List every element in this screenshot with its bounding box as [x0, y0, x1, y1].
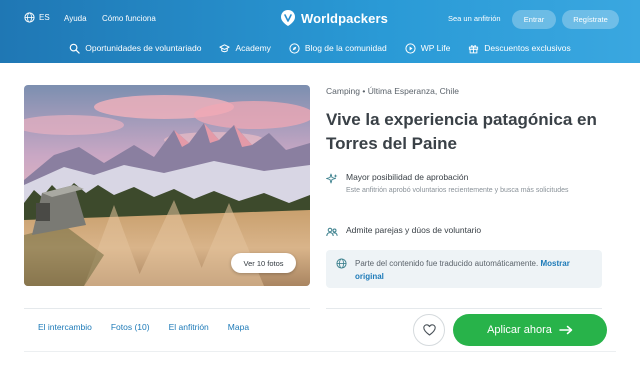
- menu-item-label: Descuentos exclusivos: [484, 43, 571, 53]
- compass-icon: [289, 42, 300, 54]
- feature-title: Admite parejas y dúos de voluntario: [346, 225, 482, 235]
- graduation-cap-icon: [219, 43, 231, 52]
- menu-item-opportunities[interactable]: Oportunidades de voluntariado: [69, 43, 201, 54]
- category-label: Camping: [326, 86, 361, 96]
- tab-exchange[interactable]: El intercambio: [38, 322, 92, 332]
- bottom-divider: [24, 351, 616, 352]
- help-link[interactable]: Ayuda: [64, 14, 87, 23]
- globe-icon: [336, 258, 347, 269]
- how-it-works-link[interactable]: Cómo funciona: [102, 14, 156, 23]
- location-label: Última Esperanza, Chile: [367, 86, 459, 96]
- arrow-right-icon: [559, 325, 573, 335]
- apply-now-button[interactable]: Aplicar ahora: [453, 314, 607, 346]
- sparkle-icon: [326, 173, 338, 184]
- heart-icon: [422, 324, 436, 336]
- menu-item-label: Academy: [235, 43, 271, 53]
- feature-approval: Mayor posibilidad de aprobación Este anf…: [326, 172, 586, 196]
- tab-map[interactable]: Mapa: [228, 322, 249, 332]
- people-icon: [326, 227, 338, 237]
- menu-item-label: Blog de la comunidad: [304, 43, 387, 53]
- menu-item-academy[interactable]: Academy: [219, 43, 271, 54]
- listing-title: Vive la experiencia patagónica en Torres…: [326, 110, 597, 153]
- favorite-button[interactable]: [413, 314, 445, 346]
- listing-breadcrumb: Camping • Última Esperanza, Chile: [326, 86, 459, 96]
- menu-item-discounts[interactable]: Descuentos exclusivos: [468, 43, 571, 54]
- become-host-link[interactable]: Sea un anfitrión: [448, 14, 501, 23]
- menu-item-label: WP Life: [420, 43, 451, 53]
- section-divider: [24, 308, 310, 309]
- notice-text: Parte del contenido fue traducido automá…: [355, 259, 539, 268]
- globe-icon: [24, 12, 35, 23]
- section-divider: [326, 308, 602, 309]
- listing-photo[interactable]: Ver 10 fotos: [24, 85, 310, 286]
- language-label: ES: [39, 13, 50, 22]
- language-selector[interactable]: ES: [24, 12, 50, 23]
- feature-couples: Admite parejas y dúos de voluntario: [326, 225, 481, 238]
- menu-item-wp-life[interactable]: WP Life: [405, 42, 451, 54]
- menu-item-blog[interactable]: Blog de la comunidad: [289, 42, 387, 54]
- main-menu: Oportunidades de voluntariado Academy Bl…: [0, 38, 640, 58]
- feature-description: Este anfitrión aprobó voluntarios recien…: [346, 187, 569, 194]
- login-button[interactable]: Entrar: [512, 10, 556, 29]
- breadcrumb-separator: •: [362, 86, 366, 96]
- signup-button[interactable]: Regístrate: [562, 10, 619, 29]
- translation-notice: Parte del contenido fue traducido automá…: [326, 250, 602, 288]
- site-header: ES Ayuda Cómo funciona Worldpackers Sea …: [0, 0, 640, 63]
- logo[interactable]: Worldpackers: [280, 9, 388, 27]
- gift-icon: [469, 44, 479, 53]
- apply-label: Aplicar ahora: [487, 324, 552, 336]
- tab-photos[interactable]: Fotos (10): [111, 322, 150, 332]
- view-photos-button[interactable]: Ver 10 fotos: [231, 253, 296, 273]
- menu-item-label: Oportunidades de voluntariado: [85, 43, 202, 53]
- search-icon: [69, 43, 80, 54]
- listing-tabs: El intercambio Fotos (10) El anfitrión M…: [38, 322, 249, 332]
- top-bar: ES Ayuda Cómo funciona Worldpackers Sea …: [0, 0, 640, 36]
- tab-host[interactable]: El anfitrión: [169, 322, 209, 332]
- worldpackers-logo-icon: [281, 10, 295, 26]
- feature-title: Mayor posibilidad de aprobación: [346, 172, 469, 182]
- play-icon: [405, 42, 416, 54]
- logo-text: Worldpackers: [301, 10, 388, 26]
